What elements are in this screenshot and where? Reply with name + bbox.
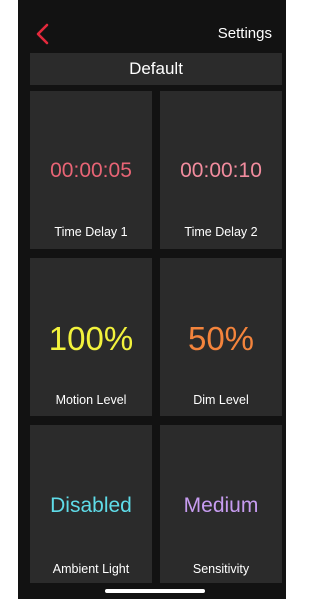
motion-level-value: 100% <box>48 320 134 357</box>
time-delay-1-value: 00:00:05 <box>50 159 132 182</box>
dim-level-value: 50% <box>187 320 255 357</box>
ambient-light-label: Ambient Light <box>52 562 130 576</box>
app-screen: Settings Default 00:00:05 Time Delay 1 0… <box>18 0 286 599</box>
settings-button[interactable]: Settings <box>218 25 272 42</box>
tile-sensitivity[interactable]: Medium Sensitivity <box>160 425 282 583</box>
chevron-left-icon <box>36 23 49 45</box>
home-indicator[interactable] <box>105 589 205 593</box>
time-delay-1-label: Time Delay 1 <box>54 225 128 239</box>
tile-ambient-light[interactable]: Disabled Ambient Light <box>30 425 152 583</box>
tile-time-delay-1[interactable]: 00:00:05 Time Delay 1 <box>30 91 152 249</box>
time-delay-2-value: 00:00:10 <box>180 159 262 182</box>
sensitivity-value: Medium <box>183 494 259 517</box>
tile-motion-level[interactable]: 100% Motion Level <box>30 258 152 416</box>
ambient-light-value: Disabled <box>50 494 132 517</box>
tile-time-delay-2[interactable]: 00:00:10 Time Delay 2 <box>160 91 282 249</box>
sensitivity-label: Sensitivity <box>192 562 250 576</box>
back-button[interactable] <box>32 22 54 46</box>
dim-level-label: Dim Level <box>193 393 249 407</box>
motion-level-label: Motion Level <box>55 393 127 407</box>
tile-dim-level[interactable]: 50% Dim Level <box>160 258 282 416</box>
time-delay-2-label: Time Delay 2 <box>184 225 258 239</box>
profile-selector[interactable]: Default <box>30 53 282 85</box>
